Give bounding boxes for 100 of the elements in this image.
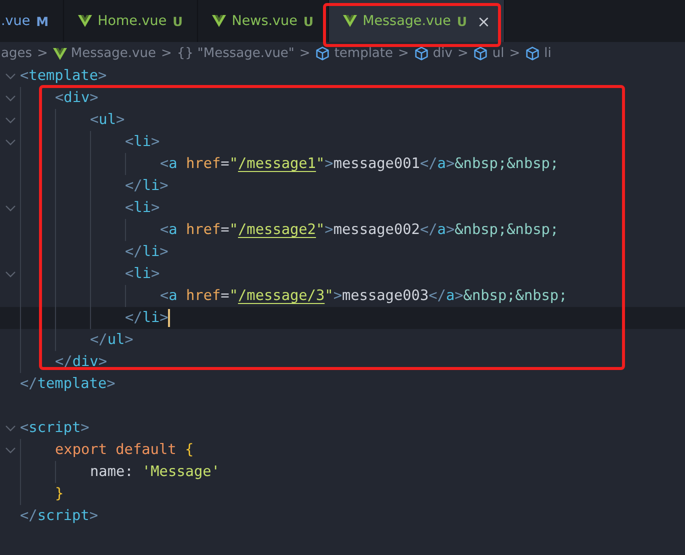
code-token: } [55,486,64,502]
code-token: li [134,266,151,282]
code-token: </ [420,156,438,172]
code-token: > [151,200,160,216]
cube-icon [414,46,429,61]
code-token: template [37,376,107,392]
git-status: U [303,14,314,28]
chevron-down-icon[interactable] [4,116,16,124]
code-token: < [20,420,29,436]
code-token: > [446,156,455,172]
code-token: " [316,222,325,238]
code-token: </ [55,354,72,370]
code-token: > [124,332,134,348]
code-token: message003 [342,288,429,304]
editor-tab[interactable]: Home.vue U [64,0,198,42]
tab-label: News.vue [232,13,298,29]
chevron-down-icon[interactable] [4,424,16,432]
code-token: a [168,288,178,304]
code-token: script [37,508,90,524]
breadcrumb-separator: > [457,46,468,61]
code-token: " [229,156,238,172]
code-token: < [55,90,64,106]
breadcrumb-item[interactable]: ul [492,46,504,61]
code-token: > [160,310,168,326]
chevron-down-icon[interactable] [4,204,16,212]
code-token: name: [90,464,134,480]
git-status: U [456,14,468,28]
vue-icon [342,15,357,27]
code-token: template [28,68,98,84]
code-token: message001 [333,156,420,172]
code-token: > [116,112,125,128]
code-token: href [186,156,221,172]
chevron-down-icon[interactable] [4,270,16,278]
tab-label: Message.vue [362,13,451,29]
chevron-down-icon[interactable] [4,94,16,102]
editor-tab[interactable]: .vue M [0,0,64,42]
code-token: </ [428,288,446,304]
code-token: default [116,442,176,458]
code-token: </ [125,244,142,260]
chevron-down-icon[interactable] [4,72,16,80]
code-token: > [160,244,168,260]
tab-label: .vue [1,13,30,29]
code-token: = [220,288,230,304]
breadcrumb-item[interactable]: "Message.vue" [197,46,294,61]
code-token: < [125,266,134,282]
breadcrumb-item[interactable]: ages [1,46,32,61]
code-token: &nbsp;&nbsp; [463,288,568,304]
code-token: </ [20,508,38,524]
code-token: 'Message' [142,464,220,480]
code-token: div [72,354,98,370]
chevron-down-icon[interactable] [4,446,16,454]
code-token: ul [107,332,125,348]
breadcrumb-separator: > [160,46,172,61]
vue-icon [52,48,67,60]
code-token: href [186,222,221,238]
breadcrumb-item[interactable]: template [334,46,393,61]
code-token: > [106,376,116,392]
code-token: < [20,68,29,84]
text-cursor [168,309,170,327]
code-token: ul [98,112,116,128]
cube-icon [525,46,540,61]
code-token: = [220,222,230,238]
code-token: </ [125,310,142,326]
code-token: > [454,288,464,304]
code-token: > [151,266,160,282]
code-token: " [316,156,325,172]
code-token: < [160,156,169,172]
code-token: li [134,134,151,150]
code-token: /message2 [238,222,316,238]
code-token: a [168,156,178,172]
code-token: > [324,222,334,238]
breadcrumb-separator: > [37,46,48,61]
code-token: > [89,508,98,524]
chevron-down-icon[interactable] [4,138,16,146]
code-token: = [220,156,230,172]
code-token: > [98,68,107,84]
breadcrumb-item[interactable]: li [544,46,552,61]
breadcrumb-separator: > [398,46,409,61]
code-token: > [333,288,342,304]
code-token: < [90,112,99,128]
code-token: a [437,222,446,238]
code-token: </ [20,376,38,392]
breadcrumb-item[interactable]: Message.vue [70,46,156,61]
code-token: < [125,200,134,216]
code-token: > [446,222,455,238]
code-token: href [186,288,221,304]
breadcrumb-separator: > [299,46,310,61]
vue-icon [78,15,92,27]
cube-icon [473,46,488,61]
code-token: /message1 [238,156,316,172]
git-status: M [36,14,49,28]
code-token: li [134,200,151,216]
code-token: message002 [333,222,420,238]
close-icon[interactable]: × [477,12,490,30]
code-token: </ [420,222,438,238]
code-token: < [160,288,169,304]
breadcrumb-item[interactable]: div [432,46,452,61]
editor-tab[interactable]: Message.vue U × [328,0,506,42]
code-token: li [142,178,160,194]
code-token: </ [90,332,108,348]
